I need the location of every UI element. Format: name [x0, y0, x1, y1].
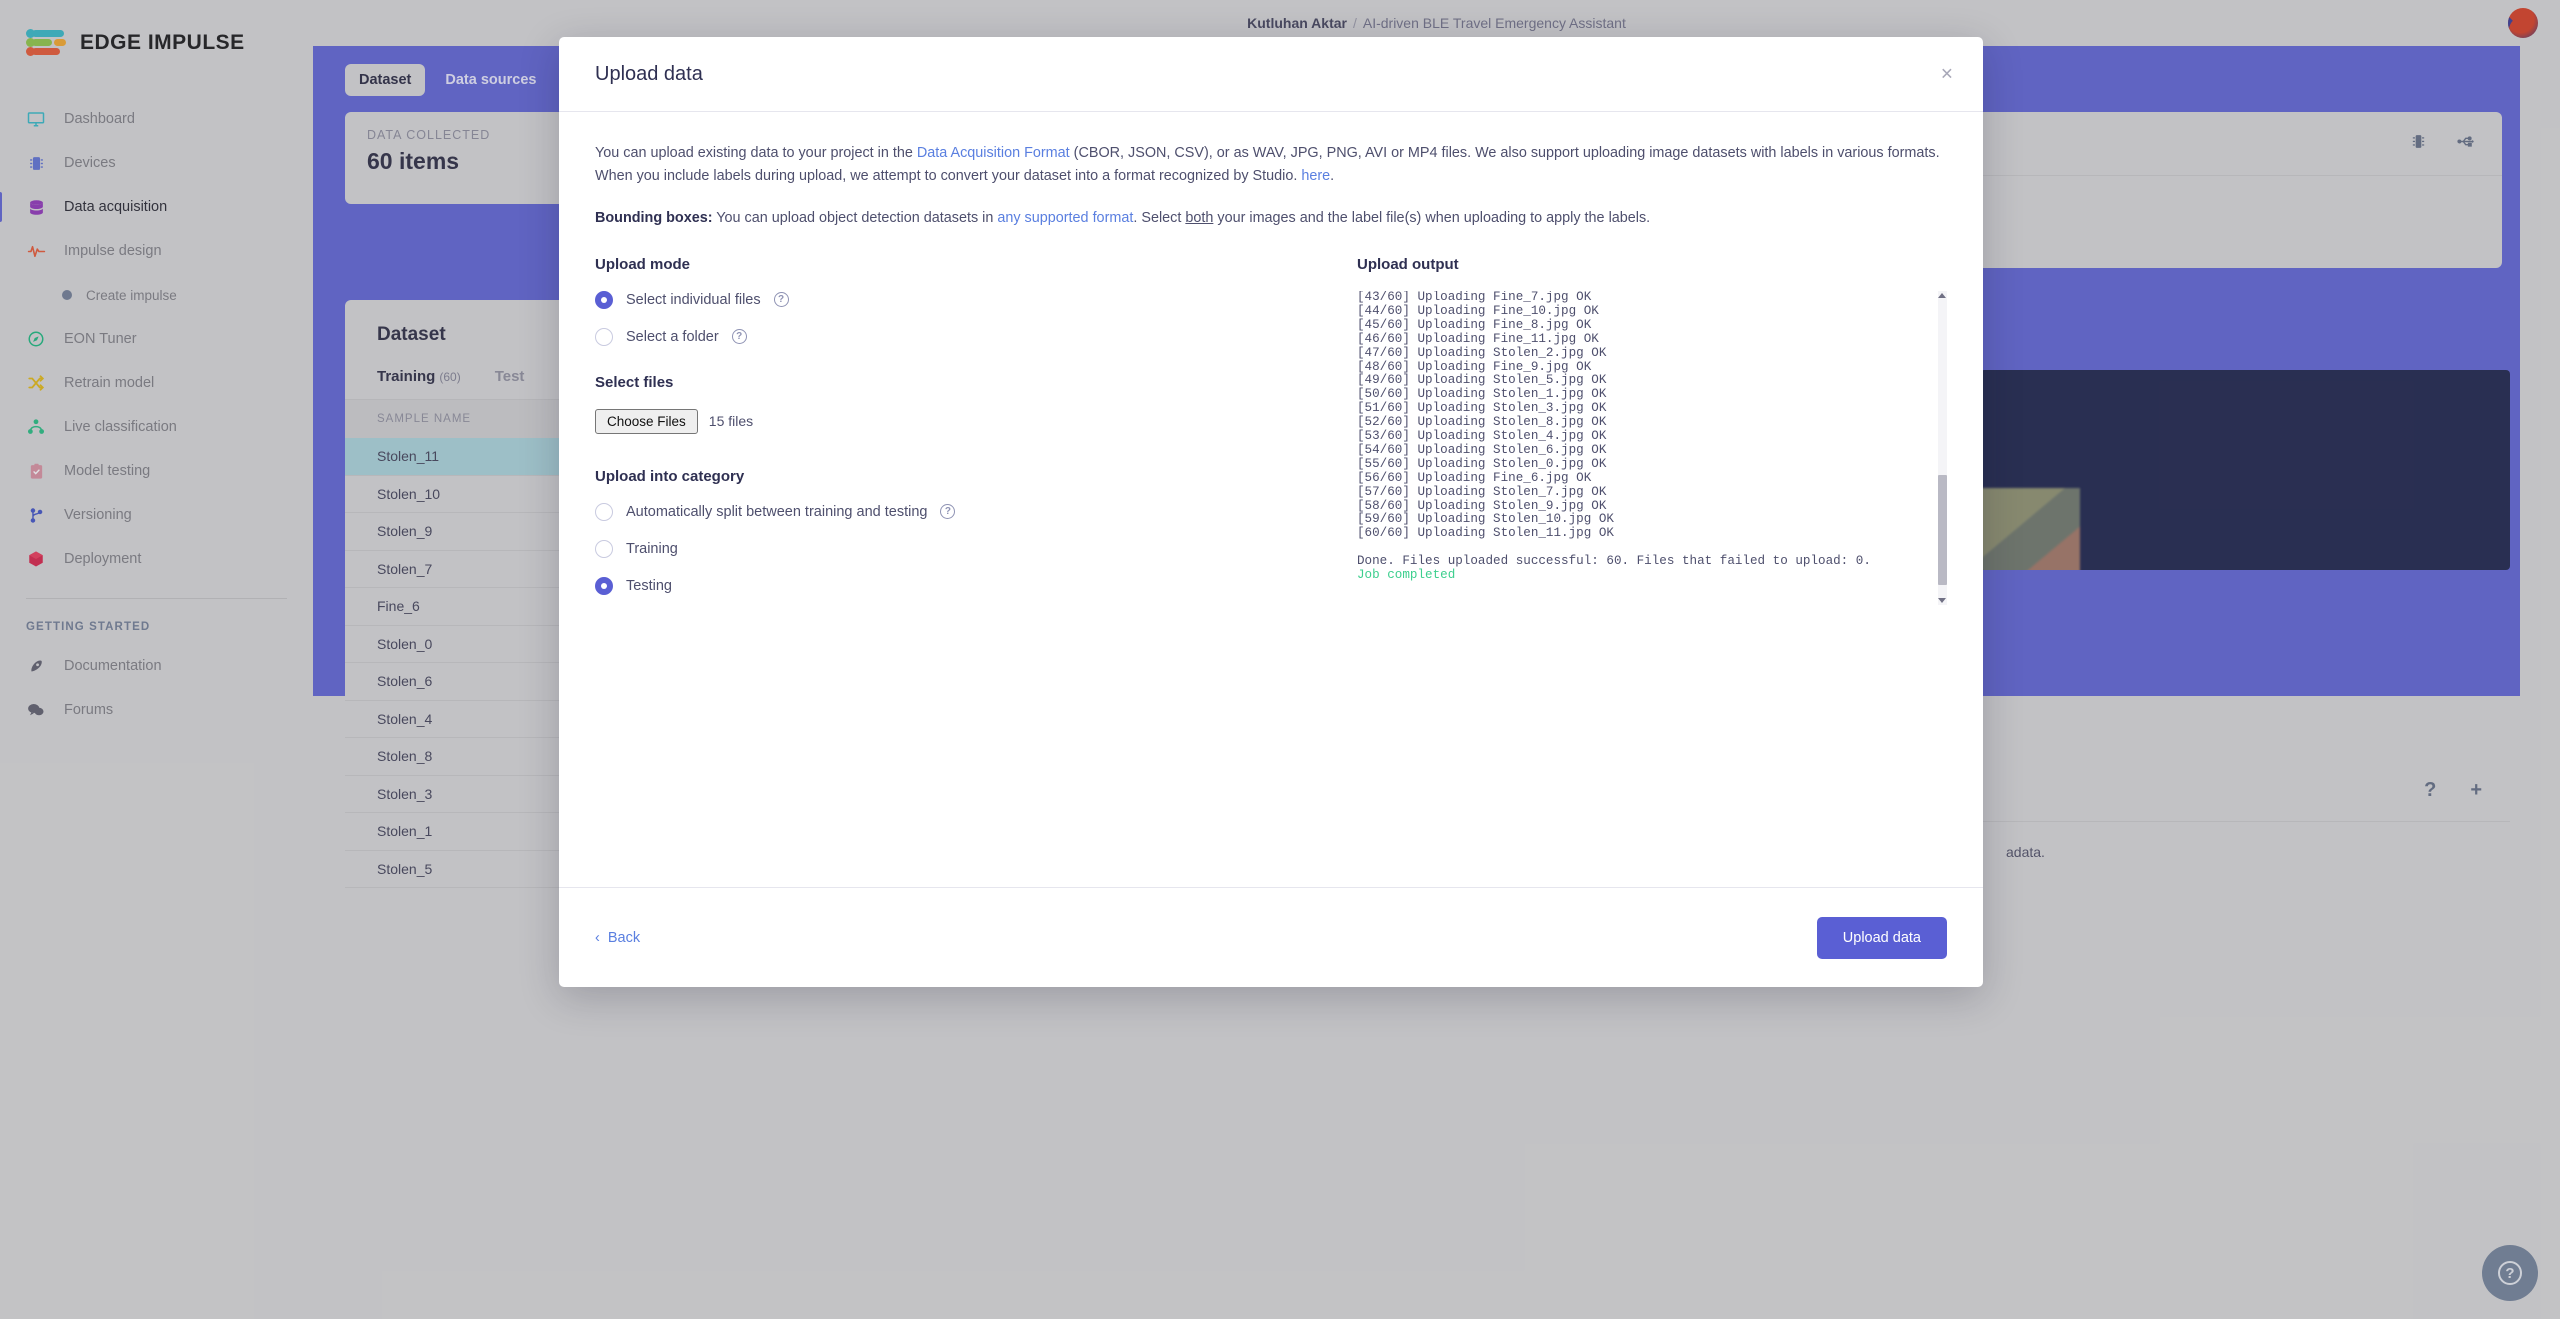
modal-columns: Upload mode Select individual files ? Se… [595, 256, 1947, 614]
upload-output-status: Job completed [1357, 568, 1456, 583]
radio-label: Select individual files [626, 291, 761, 308]
upload-settings-column: Upload mode Select individual files ? Se… [595, 256, 1305, 614]
intro-text-a: You can upload existing data to your pro… [595, 145, 917, 161]
upload-output-log: [43/60] Uploading Fine_7.jpg OK [44/60] … [1357, 290, 1871, 569]
bounding-text-c: your images and the label file(s) when u… [1213, 209, 1651, 226]
modal-body: You can upload existing data to your pro… [559, 112, 1983, 887]
radio-training[interactable]: Training [595, 539, 1305, 558]
modal-header: Upload data × [559, 37, 1983, 112]
chevron-left-icon: ‹ [595, 929, 600, 946]
bounding-text-b: . Select [1133, 209, 1186, 226]
radio-auto-split[interactable]: Automatically split between training and… [595, 502, 1305, 521]
upload-output-title: Upload output [1357, 255, 1459, 273]
radio-indicator [595, 290, 613, 309]
help-icon[interactable]: ? [940, 504, 956, 520]
help-icon[interactable]: ? [773, 292, 789, 308]
choose-files-button[interactable]: Choose Files [595, 408, 698, 434]
app-root: EDGE IMPULSE Dashboard Devices Data acqu… [0, 0, 2560, 1319]
data-acquisition-format-link[interactable]: Data Acquisition Format [917, 145, 1070, 161]
bounding-emphasis-both: both [1185, 209, 1214, 226]
scrollbar-thumb[interactable] [1938, 474, 1947, 585]
radio-indicator [595, 327, 613, 346]
console-scrollbar[interactable] [1938, 290, 1947, 605]
back-label: Back [607, 929, 641, 946]
radio-testing[interactable]: Testing [595, 576, 1305, 595]
intro-text-c: . [1330, 168, 1335, 185]
any-supported-format-link[interactable]: any supported format [997, 210, 1133, 226]
file-picker-row: Choose Files 15 files [595, 408, 1305, 434]
radio-indicator [595, 539, 613, 558]
close-icon[interactable]: × [1941, 64, 1953, 85]
radio-indicator [595, 502, 613, 521]
upload-output-column: Upload output [43/60] Uploading Fine_7.j… [1357, 256, 1947, 614]
scroll-down-arrow-icon[interactable] [1938, 597, 1946, 603]
help-icon[interactable]: ? [731, 329, 747, 345]
modal-footer: ‹ Back Upload data [559, 887, 1983, 987]
upload-data-button[interactable]: Upload data [1816, 916, 1947, 959]
bounding-boxes-paragraph: Bounding boxes: You can upload object de… [595, 207, 1947, 230]
upload-category-title: Upload into category [595, 467, 745, 485]
radio-indicator [595, 576, 613, 595]
radio-label: Select a folder [626, 328, 719, 345]
upload-data-modal: Upload data × You can upload existing da… [559, 37, 1983, 987]
radio-label: Testing [626, 577, 672, 594]
here-link[interactable]: here [1301, 168, 1330, 184]
radio-select-a-folder[interactable]: Select a folder ? [595, 327, 1305, 346]
upload-mode-title: Upload mode [595, 255, 691, 273]
radio-select-individual-files[interactable]: Select individual files ? [595, 290, 1305, 309]
intro-paragraph: You can upload existing data to your pro… [595, 142, 1947, 189]
select-files-title: Select files [595, 373, 674, 391]
bounding-boxes-label: Bounding boxes: [595, 209, 713, 226]
upload-output-console[interactable]: [43/60] Uploading Fine_7.jpg OK [44/60] … [1357, 290, 1947, 605]
radio-label: Automatically split between training and… [626, 503, 928, 520]
bounding-text-a: You can upload object detection datasets… [712, 209, 998, 226]
radio-label: Training [626, 540, 678, 557]
modal-title: Upload data [595, 62, 703, 85]
selected-file-count: 15 files [708, 413, 754, 430]
scroll-up-arrow-icon[interactable] [1938, 292, 1946, 298]
back-button[interactable]: ‹ Back [595, 930, 640, 946]
